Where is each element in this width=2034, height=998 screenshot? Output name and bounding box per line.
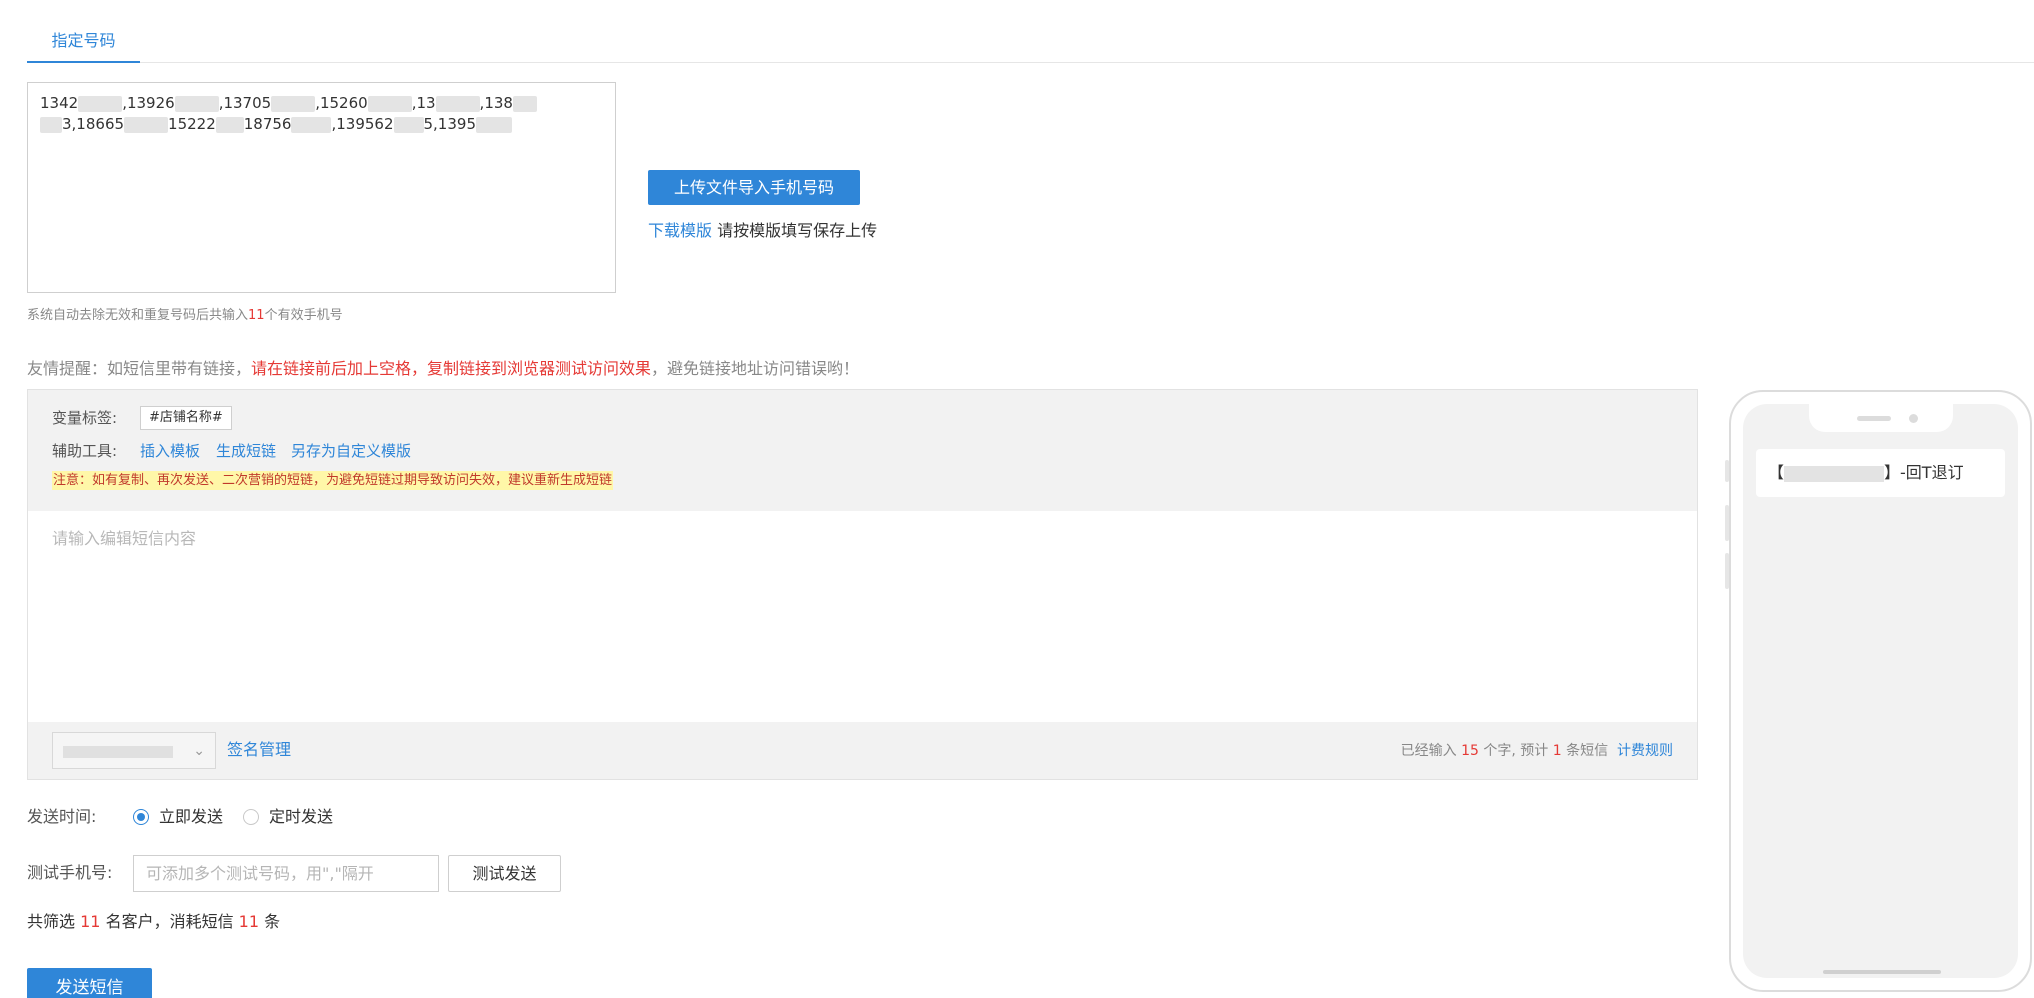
tab-specified-numbers[interactable]: 指定号码 — [27, 29, 140, 63]
radio-label: 立即发送 — [159, 807, 224, 826]
sms-preview-bubble: 【 】-回T退订 — [1756, 449, 2005, 497]
camera-icon — [1909, 414, 1918, 423]
radio-scheduled-send[interactable]: 定时发送 — [243, 805, 333, 829]
number-fragment: 1342 — [40, 94, 79, 112]
number-fragment: 3,18665 — [62, 115, 125, 133]
save-custom-template-link[interactable]: 另存为自定义模版 — [291, 439, 411, 463]
signature-manage-link[interactable]: 签名管理 — [227, 739, 291, 761]
char-count: 已经输入 15 个字, 预计 1 条短信 计费规则 — [1401, 741, 1673, 761]
test-send-button[interactable]: 测试发送 — [448, 855, 561, 892]
count-suffix: 条短信 — [1566, 743, 1609, 759]
number-fragment: ,138 — [479, 94, 513, 112]
redacted-block — [215, 116, 244, 133]
summary-mid: 名客户，消耗短信 — [105, 912, 234, 931]
variable-label: 变量标签: — [52, 409, 118, 427]
redacted-block — [40, 116, 62, 133]
radio-icon — [133, 809, 149, 825]
summary-prefix: 共筛选 — [27, 912, 76, 931]
phone-numbers-textarea[interactable]: 1342 ,13926 ,13705 ,15260 ,13 ,138 3,18665 152… — [27, 82, 616, 293]
redacted-block — [63, 746, 173, 758]
redacted-block — [435, 95, 480, 112]
summary-suffix: 条 — [264, 912, 281, 931]
download-template-line: 下载模版 请按模版填写保存上传 — [648, 219, 877, 243]
summary-sms: 11 — [238, 912, 260, 931]
redacted-block — [78, 95, 123, 112]
number-fragment: ,13 — [411, 94, 436, 112]
count-mid: 个字, 预计 — [1483, 743, 1549, 759]
test-phone-input[interactable] — [133, 855, 439, 892]
number-fragment: 5,1395 — [423, 115, 477, 133]
sms-content-input[interactable] — [28, 511, 1697, 724]
valid-count-note: 系统自动去除无效和重复号码后共输入11个有效手机号 — [27, 306, 343, 326]
redacted-block — [1784, 465, 1885, 482]
short-link-warning: 注意：如有复制、再次发送、二次营销的短链，为避免短链过期导致访问失效，建议重新生… — [52, 471, 614, 490]
number-fragment: 18756 — [243, 115, 292, 133]
number-fragment: 15222 — [168, 115, 216, 133]
bracket-open: 【 — [1768, 463, 1785, 482]
number-fragment: ,139562 — [331, 115, 394, 133]
radio-icon — [243, 809, 259, 825]
billing-rule-link[interactable]: 计费规则 — [1617, 743, 1673, 759]
redacted-block — [174, 95, 219, 112]
chevron-down-icon: ⌄ — [193, 743, 205, 759]
count-chars: 15 — [1461, 743, 1479, 759]
phone-preview: 【 】-回T退订 — [1729, 390, 2032, 992]
count-prefix: 已经输入 — [1400, 743, 1457, 759]
generate-short-link[interactable]: 生成短链 — [216, 439, 276, 463]
upload-numbers-button[interactable]: 上传文件导入手机号码 — [648, 170, 860, 205]
preview-text: -回T退订 — [1900, 463, 1964, 482]
speaker-icon — [1857, 416, 1891, 421]
send-time-label: 发送时间: — [27, 807, 97, 826]
sms-send-page: 指定号码 1342 ,13926 ,13705 ,15260 ,13 ,138 3,186… — [0, 0, 2034, 998]
send-summary: 共筛选 11 名客户，消耗短信 11 条 — [27, 910, 280, 934]
signature-select[interactable]: ⌄ — [52, 732, 216, 769]
redacted-block — [476, 116, 512, 133]
phone-notch — [1809, 404, 1953, 432]
redacted-block — [367, 95, 412, 112]
valid-count: 11 — [248, 308, 265, 323]
tab-bar: 指定号码 — [27, 0, 2034, 63]
summary-customers: 11 — [80, 912, 101, 931]
number-fragment: ,15260 — [315, 94, 368, 112]
redacted-block — [393, 116, 424, 133]
tip-highlight: 请在链接前后加上空格，复制链接到浏览器测试访问效果 — [251, 359, 652, 378]
redacted-block — [124, 116, 169, 133]
variable-tag-shop-name[interactable]: #店铺名称# — [140, 406, 232, 430]
valid-note-prefix: 系统自动去除无效和重复号码后共输入 — [27, 308, 249, 323]
test-phone-label: 测试手机号: — [27, 863, 113, 882]
phone-screen: 【 】-回T退订 — [1743, 404, 2018, 978]
redacted-block — [512, 95, 537, 112]
radio-send-now[interactable]: 立即发送 — [133, 805, 223, 829]
download-template-hint: 请按模版填写保存上传 — [717, 221, 878, 240]
redacted-block — [271, 95, 316, 112]
number-fragment: ,13705 — [218, 94, 272, 112]
sms-editor: 变量标签: #店铺名称# 辅助工具: 插入模板 生成短链 另存为自定义模版 注意… — [27, 389, 1698, 780]
tip-suffix: ，避免链接地址访问错误哟！ — [651, 359, 860, 378]
editor-toolbar: 变量标签: #店铺名称# 辅助工具: 插入模板 生成短链 另存为自定义模版 注意… — [28, 390, 1697, 511]
insert-template-link[interactable]: 插入模板 — [140, 439, 200, 463]
editor-footer: ⌄ 签名管理 已经输入 15 个字, 预计 1 条短信 计费规则 — [28, 722, 1697, 779]
download-template-link[interactable]: 下载模版 — [648, 221, 712, 240]
count-sms: 1 — [1552, 743, 1562, 759]
valid-note-suffix: 个有效手机号 — [264, 308, 343, 323]
home-indicator — [1823, 970, 1941, 974]
link-tip: 友情提醒：如短信里带有链接，请在链接前后加上空格，复制链接到浏览器测试访问效果，… — [27, 357, 859, 381]
bracket-close: 】 — [1884, 463, 1901, 482]
tools-label: 辅助工具: — [52, 442, 118, 460]
send-sms-button[interactable]: 发送短信 — [27, 968, 152, 998]
redacted-block — [291, 116, 332, 133]
radio-label: 定时发送 — [269, 807, 334, 826]
number-fragment: ,13926 — [122, 94, 175, 112]
tip-prefix: 友情提醒：如短信里带有链接， — [27, 359, 252, 378]
